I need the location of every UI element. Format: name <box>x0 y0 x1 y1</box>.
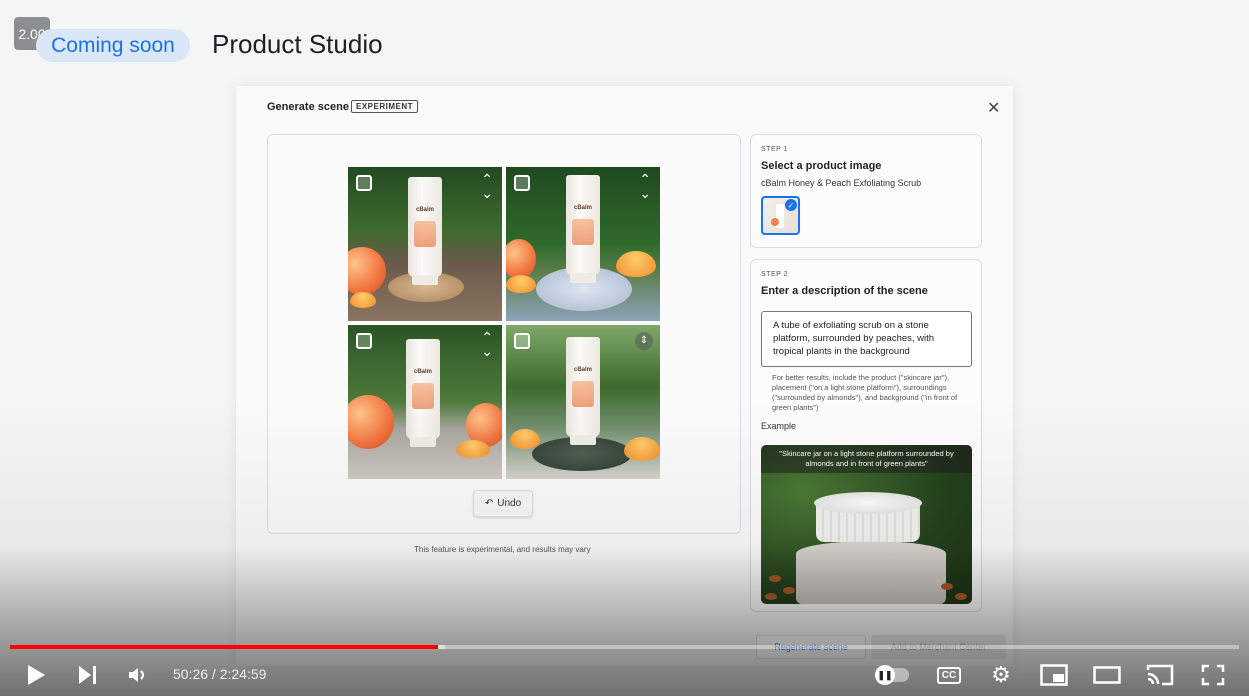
step2-title: Enter a description of the scene <box>761 285 928 297</box>
time-display: 50:26 / 2:24:59 <box>173 666 267 682</box>
next-button[interactable] <box>74 660 102 690</box>
captions-icon: CC <box>936 666 962 684</box>
tube-brand: cBalm <box>573 367 592 373</box>
step2-card: STEP 2 Enter a description of the scene … <box>750 259 982 612</box>
theater-mode-button[interactable] <box>1092 660 1122 690</box>
volume-button[interactable] <box>124 660 152 690</box>
miniplayer-button[interactable] <box>1039 660 1069 690</box>
example-label: Example <box>761 421 797 431</box>
step1-card: STEP 1 Select a product image cBalm Hone… <box>750 134 982 248</box>
experiment-badge: EXPERIMENT <box>351 100 419 113</box>
scene-description-input[interactable]: A tube of exfoliating scrub on a stone p… <box>761 311 972 367</box>
expand-icon[interactable]: ⌃ ⌄ <box>481 330 493 358</box>
generate-scene-dialog: Generate scene EXPERIMENT ✕ cBalm ⌃ ⌄ cBa… <box>236 86 1013 666</box>
progress-bar[interactable] <box>10 645 1239 649</box>
volume-icon <box>129 668 144 682</box>
tube-brand: cBalm <box>413 369 432 375</box>
example-caption: "Skincare jar on a light stone platform … <box>761 445 972 473</box>
generated-image-3[interactable]: cBalm ⌃ ⌄ <box>348 325 502 479</box>
cast-icon <box>1146 664 1174 686</box>
play-button[interactable] <box>22 660 50 690</box>
close-icon[interactable]: ✕ <box>987 98 1000 118</box>
gear-icon: ⚙ <box>991 662 1011 687</box>
generated-image-4[interactable]: cBalm ⇕ <box>506 325 660 479</box>
settings-button[interactable]: ⚙ <box>987 660 1015 690</box>
progress-played <box>10 645 438 649</box>
experimental-disclaimer: This feature is experimental, and result… <box>414 545 591 554</box>
generated-images-panel: cBalm ⌃ ⌄ cBalm ⌃ ⌄ cBalm ⌃ ⌄ cBalm ⇕ ↶ … <box>267 134 741 534</box>
tube-brand: cBalm <box>573 205 592 211</box>
expand-icon[interactable]: ⌃ ⌄ <box>639 172 651 200</box>
image-select-checkbox[interactable] <box>514 175 530 191</box>
undo-label: Undo <box>497 498 522 509</box>
autoplay-toggle[interactable]: ❚❚ <box>872 660 912 690</box>
image-select-checkbox[interactable] <box>514 333 530 349</box>
undo-icon: ↶ <box>484 498 494 509</box>
step1-title: Select a product image <box>761 160 882 172</box>
product-name: cBalm Honey & Peach Exfoliating Scrub <box>761 178 922 188</box>
fullscreen-button[interactable] <box>1199 660 1227 690</box>
image-select-checkbox[interactable] <box>356 333 372 349</box>
description-hint: For better results, include the product … <box>772 373 958 412</box>
play-icon <box>28 665 45 685</box>
miniplayer-icon <box>1040 664 1068 686</box>
step1-label: STEP 1 <box>761 146 788 153</box>
captions-button[interactable]: CC <box>934 660 964 690</box>
checkmark-icon: ✓ <box>785 199 797 211</box>
fullscreen-icon <box>1201 664 1225 686</box>
generated-image-2[interactable]: cBalm ⌃ ⌄ <box>506 167 660 321</box>
next-icon <box>79 666 96 684</box>
image-select-checkbox[interactable] <box>356 175 372 191</box>
example-image: "Skincare jar on a light stone platform … <box>761 445 972 604</box>
theater-icon <box>1093 666 1121 684</box>
step2-label: STEP 2 <box>761 271 788 278</box>
product-thumbnail[interactable]: ✓ <box>761 196 800 235</box>
coming-soon-badge: Coming soon <box>36 29 190 62</box>
generated-image-1[interactable]: cBalm ⌃ ⌄ <box>348 167 502 321</box>
tube-brand: cBalm <box>415 207 434 213</box>
pause-icon: ❚❚ <box>875 665 895 685</box>
cast-button[interactable] <box>1145 660 1175 690</box>
expand-icon[interactable]: ⌃ ⌄ <box>481 172 493 200</box>
undo-button[interactable]: ↶ Undo <box>473 490 533 517</box>
dialog-title: Generate scene <box>267 101 349 113</box>
page-title: Product Studio <box>212 29 383 59</box>
expand-icon[interactable]: ⇕ <box>635 332 653 350</box>
